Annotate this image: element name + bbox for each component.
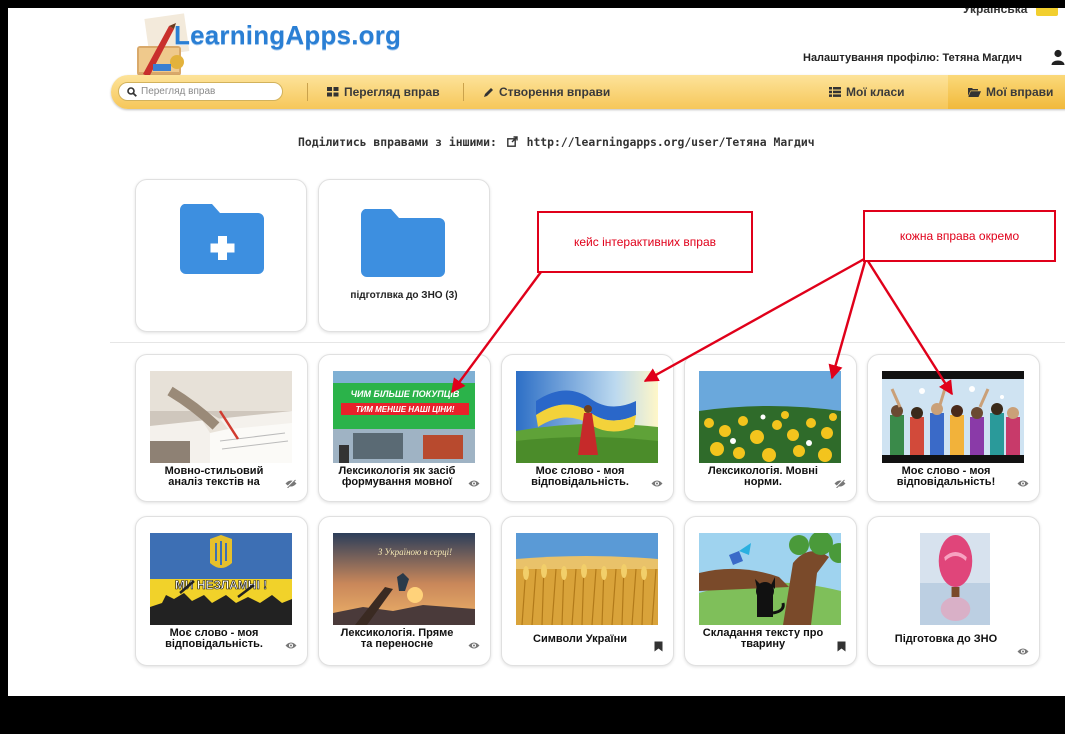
annotation-each-note: кожна вправа окремо <box>863 210 1056 262</box>
annotation-case-note: кейс інтерактивних вправ <box>537 211 753 273</box>
learningapps-page: Українська LearningApps.org Налаштування… <box>8 8 1065 696</box>
annotation-arrows <box>451 256 954 396</box>
